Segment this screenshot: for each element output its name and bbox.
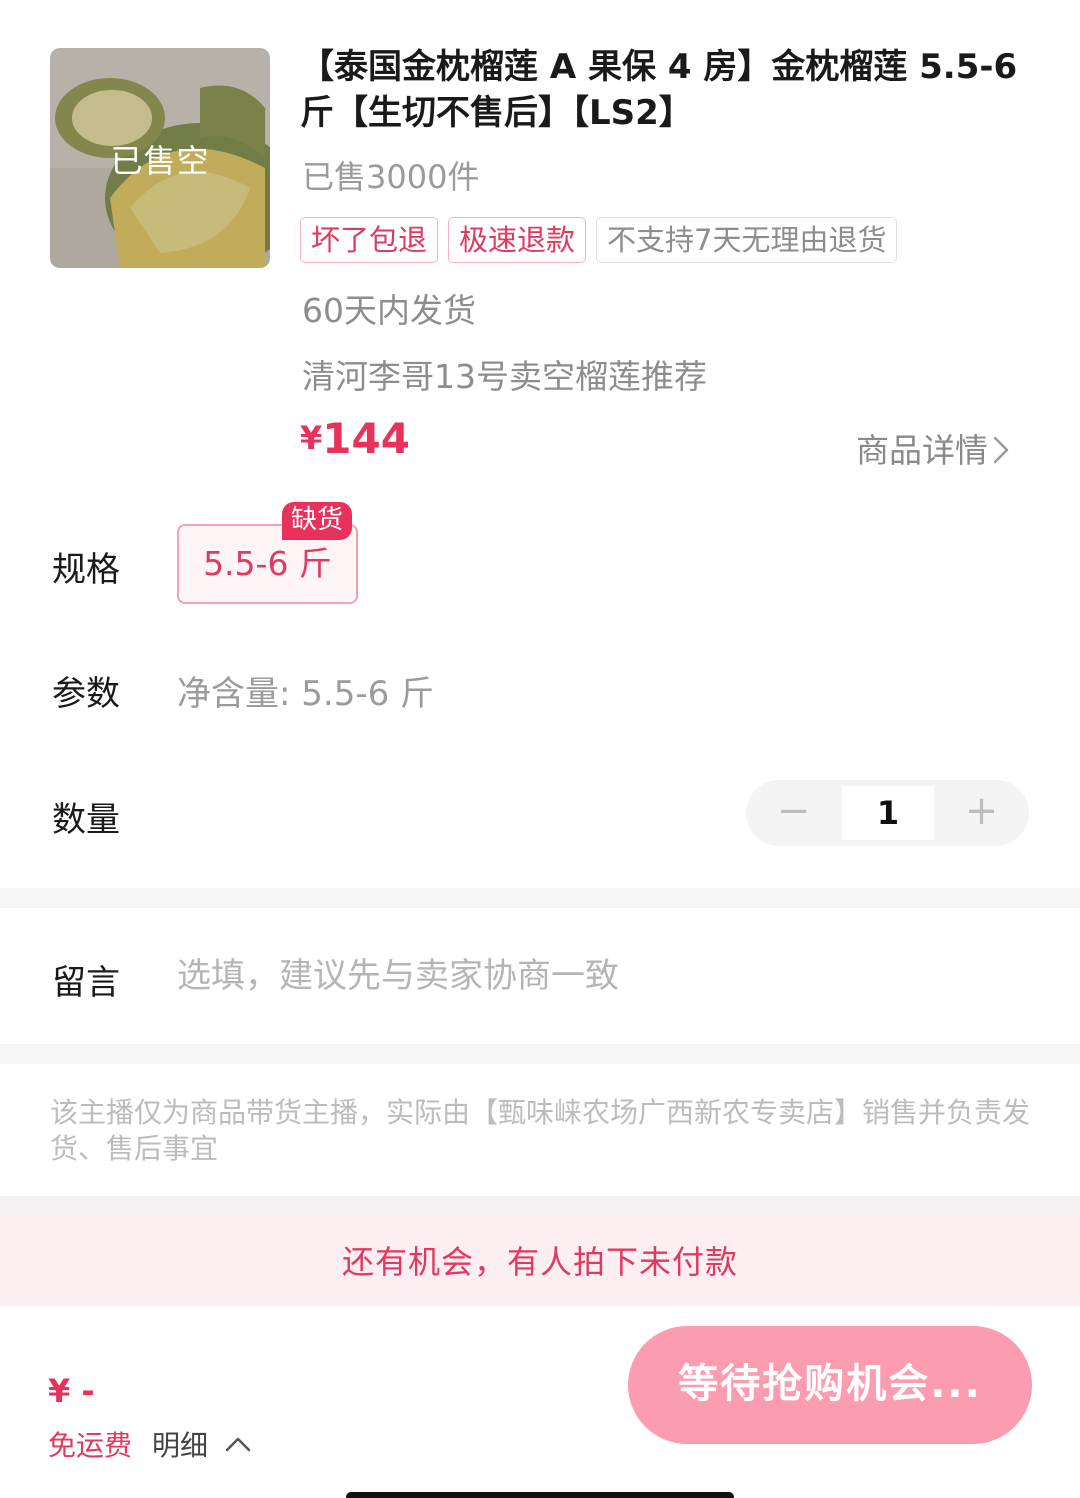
- product-detail-label: 商品详情: [856, 431, 988, 470]
- tag-fast-refund: 极速退款: [448, 217, 587, 263]
- section-divider: [0, 888, 1080, 908]
- chance-banner: 还有机会，有人拍下未付款: [0, 1216, 1080, 1306]
- spec-label: 规格: [52, 550, 120, 590]
- service-tags: 坏了包退 极速退款 不支持7天无理由退货: [300, 217, 898, 263]
- soldout-label: 已售空: [110, 142, 210, 180]
- total-price: ¥ -: [48, 1372, 95, 1410]
- product-image[interactable]: 已售空: [50, 48, 270, 268]
- chevron-right-icon: [993, 436, 1009, 464]
- wait-purchase-button[interactable]: 等待抢购机会...: [628, 1326, 1032, 1444]
- quantity-value[interactable]: 1: [842, 786, 934, 840]
- params-label: 参数: [52, 674, 120, 714]
- product-price: ¥144: [300, 414, 410, 463]
- quantity-minus-button[interactable]: −: [746, 780, 841, 846]
- product-card: 已售空 【泰国金枕榴莲 A 果保 4 房】金枕榴莲 5.5-6 斤【生切不售后】…: [0, 0, 1080, 480]
- sold-count: 已售3000件: [302, 158, 480, 196]
- free-shipping-label: 免运费: [48, 1429, 133, 1462]
- product-title: 【泰国金枕榴莲 A 果保 4 房】金枕榴莲 5.5-6 斤【生切不售后】【LS2…: [300, 47, 1018, 133]
- message-label: 留言: [52, 963, 120, 1003]
- section-divider: [0, 1044, 1080, 1064]
- recommendation-text: 清河李哥13号卖空榴莲推荐: [302, 357, 707, 396]
- seller-notice: 该主播仅为商品带货主播，实际由【甄味崃农场广西新农专卖店】销售并负责发货、售后事…: [50, 1096, 1031, 1165]
- price-value: 144: [322, 414, 410, 463]
- quantity-label: 数量: [52, 800, 120, 840]
- tag-no-7day-return: 不支持7天无理由退货: [596, 217, 898, 263]
- price-breakdown-toggle[interactable]: 明细: [152, 1424, 252, 1464]
- breakdown-label: 明细: [152, 1429, 209, 1462]
- params-value: 净含量: 5.5-6 斤: [177, 674, 435, 714]
- product-detail-link[interactable]: 商品详情: [856, 424, 1010, 472]
- shipping-time: 60天内发货: [302, 291, 476, 330]
- home-indicator: [346, 1492, 734, 1498]
- message-input[interactable]: [177, 948, 1027, 1004]
- out-of-stock-badge: 缺货: [282, 502, 353, 540]
- quantity-plus-button[interactable]: +: [934, 780, 1029, 846]
- price-currency: ¥: [300, 419, 323, 457]
- tag-refund-if-broken: 坏了包退: [300, 217, 439, 263]
- section-divider: [0, 1196, 1080, 1216]
- chevron-up-icon: [225, 1437, 251, 1452]
